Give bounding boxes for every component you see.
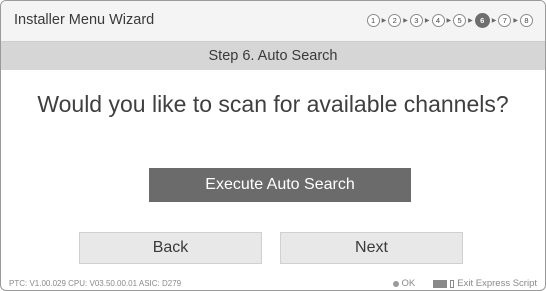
step-5-indicator: 5 — [453, 14, 467, 27]
step-arrow-icon: ▶ — [403, 18, 408, 24]
step-1-indicator: 1 — [366, 14, 380, 27]
step-3-indicator: 3 — [409, 14, 423, 27]
step-arrow-icon: ▶ — [468, 18, 473, 24]
footer-bar: PTC: V1.00.029 CPU: V03.50.00.01 ASIC: D… — [1, 276, 545, 290]
wizard-title: Installer Menu Wizard — [14, 12, 155, 28]
step-2-indicator: 2 — [388, 14, 402, 27]
step-indicator: 1 ▶ 2 ▶ 3 ▶ 4 ▶ 5 ▶ 6 ▶ 7 ▶ 8 — [366, 13, 533, 28]
step-6-indicator-current: 6 — [474, 13, 490, 28]
step-title-bar: Step 6. Auto Search — [1, 42, 545, 70]
step-arrow-icon: ▶ — [446, 18, 452, 24]
step-7-indicator: 7 — [498, 14, 512, 27]
installer-wizard-window: Installer Menu Wizard 1 ▶ 2 ▶ 3 ▶ 4 ▶ 5 … — [0, 0, 546, 291]
ok-hint-label: OK — [401, 278, 416, 289]
step-arrow-icon: ▶ — [381, 18, 387, 24]
step-arrow-icon: ▶ — [491, 18, 497, 24]
step-4-indicator: 4 — [431, 14, 445, 27]
execute-auto-search-button[interactable]: Execute Auto Search — [149, 168, 411, 202]
back-button[interactable]: Back — [79, 232, 262, 264]
ok-dot-icon — [392, 280, 399, 287]
footer-hints: OK Exit Express Script — [392, 278, 537, 289]
exit-icon — [450, 279, 455, 288]
exit-hint-label[interactable]: Exit Express Script — [457, 278, 537, 289]
header-bar: Installer Menu Wizard 1 ▶ 2 ▶ 3 ▶ 4 ▶ 5 … — [1, 1, 545, 42]
question-text: Would you like to scan for available cha… — [37, 91, 509, 117]
step-arrow-icon: ▶ — [513, 18, 518, 24]
step-arrow-icon: ▶ — [424, 18, 430, 24]
version-info: PTC: V1.00.029 CPU: V03.50.00.01 ASIC: D… — [9, 279, 182, 288]
next-button[interactable]: Next — [280, 232, 463, 264]
step-8-indicator: 8 — [520, 14, 533, 27]
keyboard-icon — [433, 279, 448, 288]
